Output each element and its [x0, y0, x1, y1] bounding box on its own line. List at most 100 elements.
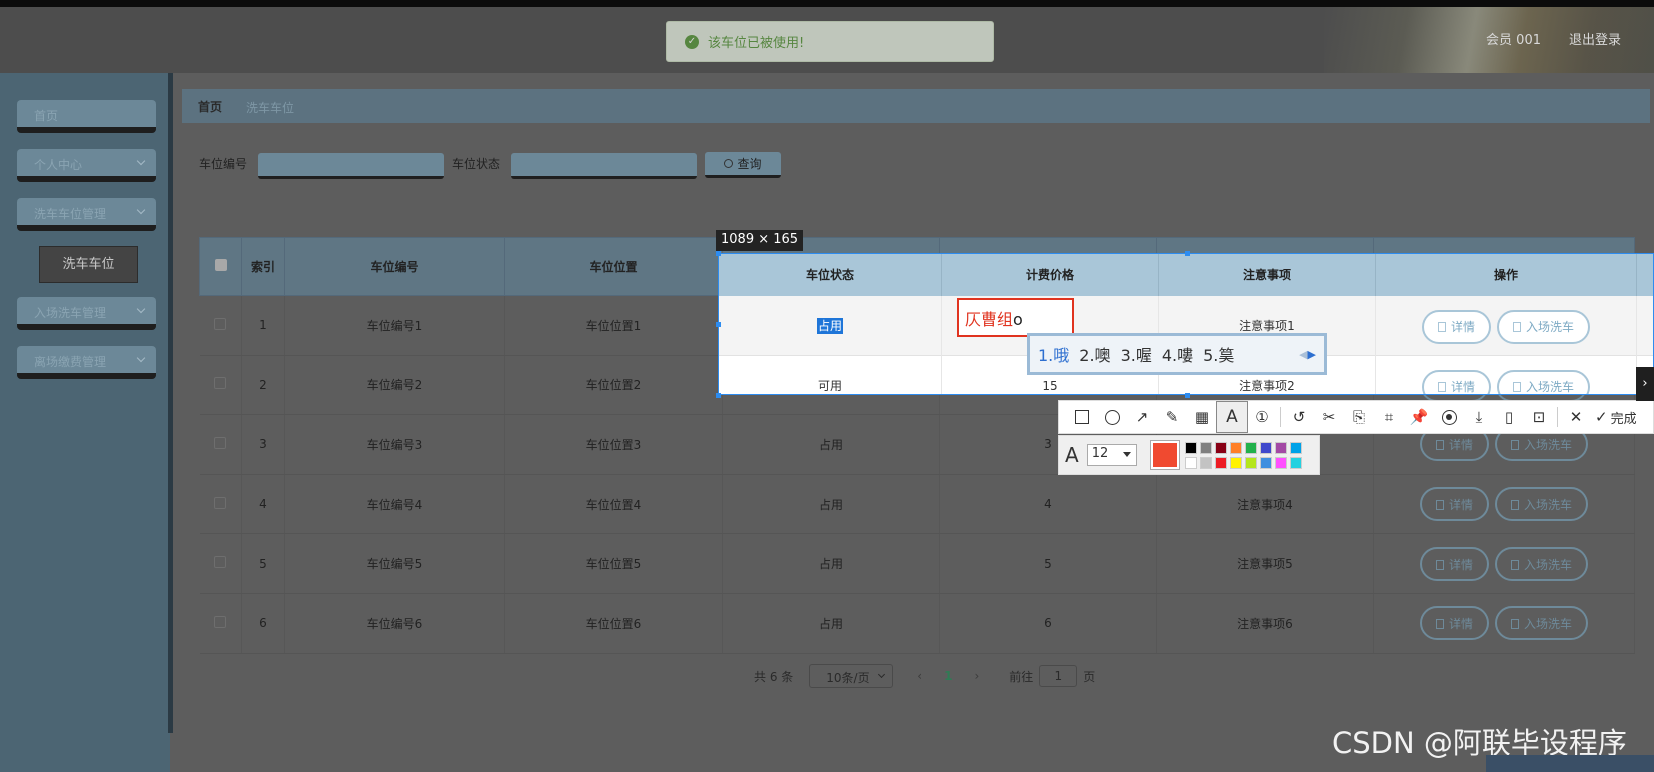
- color-swatch[interactable]: [1274, 441, 1287, 454]
- number-icon: ①: [1255, 408, 1269, 426]
- toast-message: ✓ 该车位已被使用!: [666, 21, 994, 62]
- sidebar-item-personal-center[interactable]: 个人中心: [17, 149, 156, 181]
- ocr-tool[interactable]: ⌗: [1374, 402, 1404, 432]
- pen-tool[interactable]: ✎: [1157, 402, 1187, 432]
- select-all-checkbox[interactable]: [214, 259, 227, 271]
- ime-prev-icon[interactable]: ◀: [1299, 348, 1307, 361]
- row-checkbox[interactable]: [214, 556, 227, 569]
- row-select-cell[interactable]: [199, 414, 242, 475]
- detail-button[interactable]: 详情: [1419, 546, 1489, 581]
- row-select-cell[interactable]: [199, 474, 242, 535]
- detail-button[interactable]: 详情: [1421, 309, 1491, 344]
- color-swatch[interactable]: [1244, 441, 1257, 454]
- enter-wash-button[interactable]: 入场洗车: [1497, 369, 1591, 394]
- ime-candidate[interactable]: 5.筽: [1203, 342, 1234, 366]
- row-checkbox[interactable]: [214, 317, 227, 330]
- color-swatch[interactable]: [1214, 441, 1227, 454]
- resize-handle[interactable]: [1185, 251, 1190, 256]
- enter-wash-button[interactable]: 入场洗车: [1495, 487, 1589, 522]
- ime-page-arrows[interactable]: ◀▶: [1299, 348, 1316, 361]
- resize-handle[interactable]: [716, 322, 721, 327]
- color-swatch[interactable]: [1229, 456, 1242, 469]
- phone-tool[interactable]: ▯: [1494, 402, 1524, 432]
- sidebar-subitem-wash-spot[interactable]: 洗车车位: [39, 246, 138, 283]
- color-swatch[interactable]: [1289, 456, 1302, 469]
- enter-wash-button[interactable]: 入场洗车: [1495, 606, 1589, 641]
- detail-button[interactable]: 详情: [1419, 487, 1489, 522]
- status-input[interactable]: [511, 153, 697, 179]
- detail-button[interactable]: 详情: [1421, 369, 1491, 394]
- ime-candidate[interactable]: 2.噢: [1079, 342, 1110, 366]
- cut-tool[interactable]: ✂: [1314, 402, 1344, 432]
- select-all-cell[interactable]: [199, 237, 242, 296]
- bookmark-tool[interactable]: ⊡: [1524, 402, 1554, 432]
- page-suffix: 页: [1083, 669, 1096, 684]
- goto-page-input[interactable]: 1: [1039, 665, 1078, 687]
- breadcrumb-home[interactable]: 首页: [198, 98, 222, 115]
- row-checkbox[interactable]: [214, 436, 227, 449]
- row-checkbox[interactable]: [214, 615, 227, 628]
- sidebar-item-home[interactable]: 首页: [17, 100, 156, 132]
- close-tool[interactable]: ✕: [1561, 402, 1591, 432]
- color-swatch[interactable]: [1244, 456, 1257, 469]
- arrow-tool[interactable]: ↗: [1127, 402, 1157, 432]
- logout-link[interactable]: 退出登录: [1569, 29, 1621, 48]
- ime-composition-text: o: [1013, 310, 1023, 329]
- page-size-select[interactable]: 10条/页: [809, 664, 894, 688]
- ellipse-tool[interactable]: [1097, 402, 1127, 432]
- row-checkbox[interactable]: [214, 377, 227, 390]
- toast-text: 该车位已被使用!: [708, 36, 805, 51]
- color-swatch[interactable]: [1214, 456, 1227, 469]
- done-button[interactable]: ✓ 完成: [1595, 408, 1637, 427]
- color-swatch[interactable]: [1199, 456, 1212, 469]
- font-size-select[interactable]: 12: [1086, 444, 1137, 466]
- pin-tool[interactable]: 📌: [1404, 402, 1434, 432]
- prev-page-button[interactable]: ‹: [917, 669, 922, 683]
- color-swatch[interactable]: [1184, 456, 1197, 469]
- expand-panel-button[interactable]: ›: [1636, 367, 1654, 401]
- translate-tool[interactable]: ⎘: [1344, 402, 1374, 432]
- color-swatch[interactable]: [1259, 456, 1272, 469]
- enter-wash-button[interactable]: 入场洗车: [1497, 309, 1591, 344]
- spot-position-cell: 车位位置5: [504, 533, 723, 594]
- number-tool[interactable]: ①: [1247, 402, 1277, 432]
- sidebar-item-exit-payment-management[interactable]: 离场缴费管理: [17, 346, 156, 378]
- query-button[interactable]: 查询: [705, 152, 781, 178]
- row-select-cell[interactable]: [199, 355, 242, 416]
- row-select-cell[interactable]: [199, 593, 242, 654]
- ime-candidate[interactable]: 1.哦: [1038, 342, 1069, 366]
- page-size-value: 10条/页: [826, 671, 870, 685]
- enter-wash-button[interactable]: 入场洗车: [1495, 546, 1589, 581]
- current-color-swatch[interactable]: [1149, 440, 1180, 470]
- actions-cell: 详情 入场洗车: [1373, 593, 1635, 654]
- next-page-button[interactable]: ›: [974, 669, 979, 683]
- mosaic-tool[interactable]: ▦: [1187, 402, 1217, 432]
- color-swatch[interactable]: [1229, 441, 1242, 454]
- resize-handle[interactable]: [716, 393, 721, 398]
- sidebar-item-entry-wash-management[interactable]: 入场洗车管理: [17, 297, 156, 329]
- color-swatch[interactable]: [1289, 441, 1302, 454]
- row-checkbox[interactable]: [214, 496, 227, 509]
- annotation-textbox[interactable]: 仄曹组o: [957, 298, 1074, 337]
- detail-button[interactable]: 详情: [1419, 606, 1489, 641]
- spot-no-input[interactable]: [258, 153, 444, 179]
- sidebar-item-wash-spot-management[interactable]: 洗车车位管理: [17, 198, 156, 230]
- undo-tool[interactable]: ↺: [1284, 402, 1314, 432]
- color-swatch[interactable]: [1199, 441, 1212, 454]
- ime-candidate[interactable]: 3.喔: [1121, 342, 1152, 366]
- download-tool[interactable]: ⤓: [1464, 402, 1494, 432]
- row-select-cell[interactable]: [199, 295, 242, 356]
- font-icon: A: [1065, 443, 1079, 467]
- enter-wash-button-label: 入场洗车: [1524, 557, 1573, 572]
- rectangle-tool[interactable]: [1067, 402, 1097, 432]
- color-swatch[interactable]: [1259, 441, 1272, 454]
- color-swatch[interactable]: [1184, 441, 1197, 454]
- resize-handle[interactable]: [716, 251, 721, 256]
- ime-candidate[interactable]: 4.嘍: [1162, 342, 1193, 366]
- record-tool[interactable]: [1434, 402, 1464, 432]
- color-swatch[interactable]: [1274, 456, 1287, 469]
- page-number[interactable]: 1: [944, 669, 952, 683]
- text-tool[interactable]: A: [1216, 401, 1248, 433]
- resize-handle[interactable]: [1185, 393, 1190, 398]
- row-select-cell[interactable]: [199, 533, 242, 594]
